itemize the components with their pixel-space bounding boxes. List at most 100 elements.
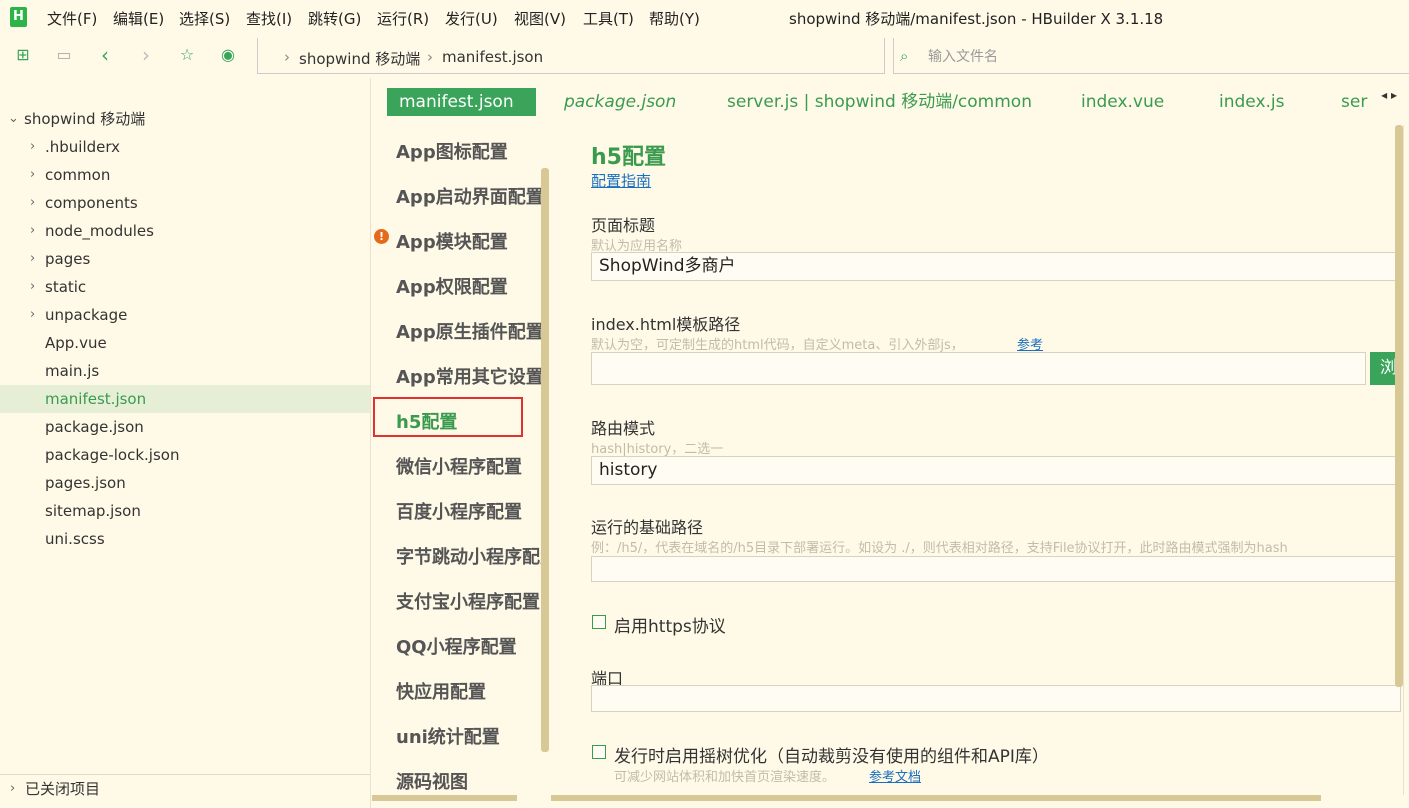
closed-projects-label: 已关闭项目 (25, 780, 101, 798)
template-hint: 默认为空，可定制生成的html代码，自定义meta、引入外部js， (591, 338, 964, 353)
menu-view[interactable]: 视图(V) (514, 8, 566, 29)
tree-file[interactable]: package.json (0, 413, 370, 441)
config-nav: App图标配置 App启动界面配置 App模块配置 App权限配置 App原生插… (372, 125, 550, 795)
folder-label: unpackage (45, 306, 128, 324)
menu-goto[interactable]: 跳转(G) (308, 8, 361, 29)
treeshake-hint: 可减少网站体积和加快首页渲染速度。 (614, 770, 836, 785)
nav-app-permissions[interactable]: App权限配置 (396, 273, 546, 299)
nav-app-other[interactable]: App常用其它设置 (396, 363, 546, 389)
menu-run[interactable]: 运行(R) (377, 8, 429, 29)
breadcrumb-separator-icon: › (427, 48, 433, 66)
nav-app-modules[interactable]: App模块配置 (396, 228, 546, 254)
chevron-down-icon: ⌄ (8, 111, 19, 126)
editor-tabs: manifest.json package.json server.js | s… (372, 78, 1409, 124)
tab-manifest[interactable]: manifest.json (387, 88, 536, 116)
nav-scrollbar[interactable] (541, 168, 549, 752)
tree-folder[interactable]: › components (0, 189, 370, 217)
nav-hscrollbar[interactable] (372, 795, 517, 801)
tree-file[interactable]: package-lock.json (0, 441, 370, 469)
nav-app-native-plugins[interactable]: App原生插件配置 (396, 318, 546, 344)
nav-baidu[interactable]: 百度小程序配置 (396, 498, 546, 524)
page-title-field[interactable]: ShopWind多商户 (591, 252, 1401, 281)
nav-uni-stat[interactable]: uni统计配置 (396, 723, 546, 749)
run-icon[interactable]: ◉ (217, 44, 239, 66)
tree-file[interactable]: sitemap.json (0, 497, 370, 525)
config-guide-link[interactable]: 配置指南 (591, 170, 651, 191)
treeshake-checkbox[interactable] (592, 745, 606, 759)
base-path-hint: 例：/h5/，代表在域名的/h5目录下部署运行。如设为 ./，则代表相对路径，支… (591, 541, 1288, 556)
file-label: uni.scss (45, 530, 105, 548)
tree-file[interactable]: uni.scss (0, 525, 370, 553)
tree-folder[interactable]: › unpackage (0, 301, 370, 329)
tab-scroll-arrows-icon[interactable]: ◂ ▸ (1381, 88, 1397, 102)
project-name: shopwind 移动端 (24, 110, 146, 128)
template-ref-link[interactable]: 参考 (1017, 334, 1043, 353)
tab-package[interactable]: package.json (564, 88, 676, 116)
back-icon[interactable]: ‹ (94, 44, 116, 66)
https-checkbox[interactable] (592, 615, 606, 629)
folder-label: components (45, 194, 138, 212)
file-label: main.js (45, 362, 100, 380)
menu-find[interactable]: 查找(I) (246, 8, 292, 29)
content-hscrollbar[interactable] (551, 795, 1321, 801)
tree-project-root[interactable]: ⌄ shopwind 移动端 (0, 105, 370, 133)
menu-publish[interactable]: 发行(U) (445, 8, 498, 29)
folder-label: common (45, 166, 111, 184)
router-mode-field[interactable]: history (591, 456, 1401, 485)
tree-folder[interactable]: › common (0, 161, 370, 189)
folder-label: .hbuilderx (45, 138, 121, 156)
folder-label: node_modules (45, 222, 154, 240)
tab-server[interactable]: server.js | shopwind 移动端/common (727, 88, 1032, 116)
treeshake-ref-link[interactable]: 参考文档 (869, 766, 921, 785)
hbuilder-logo-icon: H (10, 7, 27, 27)
save-icon[interactable]: ▭ (53, 44, 75, 66)
new-file-icon[interactable]: ⊞ (12, 44, 34, 66)
nav-source-view[interactable]: 源码视图 (396, 768, 546, 794)
nav-quickapp[interactable]: 快应用配置 (396, 678, 546, 704)
file-search-input[interactable] (928, 46, 1388, 68)
breadcrumb: › shopwind 移动端 › manifest.json (257, 38, 885, 74)
closed-projects[interactable]: › 已关闭项目 (0, 774, 370, 802)
menu-tools[interactable]: 工具(T) (583, 8, 634, 29)
tree-folder[interactable]: › pages (0, 245, 370, 273)
chevron-right-icon: › (30, 195, 36, 210)
breadcrumb-separator-icon: › (284, 48, 290, 66)
highlight-box (373, 397, 523, 437)
base-path-field[interactable] (591, 556, 1401, 582)
tree-file[interactable]: main.js (0, 357, 370, 385)
port-field[interactable] (591, 685, 1401, 712)
tree-folder[interactable]: › .hbuilderx (0, 133, 370, 161)
file-label: App.vue (45, 334, 107, 352)
nav-app-splash[interactable]: App启动界面配置 (396, 183, 546, 209)
breadcrumb-file[interactable]: manifest.json (442, 48, 543, 66)
tree-file[interactable]: pages.json (0, 469, 370, 497)
nav-qq[interactable]: QQ小程序配置 (396, 633, 546, 659)
template-path-field[interactable] (591, 352, 1366, 385)
page-title-label: 页面标题 (591, 216, 656, 235)
menu-bar: H 文件(F) 编辑(E) 选择(S) 查找(I) 跳转(G) 运行(R) 发行… (0, 0, 1409, 36)
menu-file[interactable]: 文件(F) (47, 8, 97, 29)
file-search: ⌕ (893, 38, 1409, 74)
nav-weixin[interactable]: 微信小程序配置 (396, 453, 546, 479)
nav-toutiao[interactable]: 字节跳动小程序配置 (396, 543, 546, 569)
star-icon[interactable]: ☆ (176, 44, 198, 66)
menu-help[interactable]: 帮助(Y) (649, 8, 700, 29)
nav-app-icon[interactable]: App图标配置 (396, 138, 546, 164)
menu-edit[interactable]: 编辑(E) (113, 8, 164, 29)
tree-folder[interactable]: › static (0, 273, 370, 301)
tree-file-selected[interactable]: manifest.json (0, 385, 370, 413)
tab-index-vue[interactable]: index.vue (1081, 88, 1164, 116)
chevron-right-icon: › (10, 781, 16, 796)
tab-server-2[interactable]: ser (1341, 88, 1369, 116)
nav-alipay[interactable]: 支付宝小程序配置 (396, 588, 546, 614)
menu-select[interactable]: 选择(S) (179, 8, 230, 29)
tree-folder[interactable]: › node_modules (0, 217, 370, 245)
folder-label: static (45, 278, 87, 296)
warning-icon: ! (374, 229, 389, 244)
breadcrumb-project[interactable]: shopwind 移动端 (299, 48, 420, 69)
tab-index-js[interactable]: index.js (1219, 88, 1285, 116)
file-label: package-lock.json (45, 446, 180, 464)
tree-file[interactable]: App.vue (0, 329, 370, 357)
content-scrollbar[interactable] (1395, 125, 1403, 687)
forward-icon[interactable]: › (135, 44, 157, 66)
